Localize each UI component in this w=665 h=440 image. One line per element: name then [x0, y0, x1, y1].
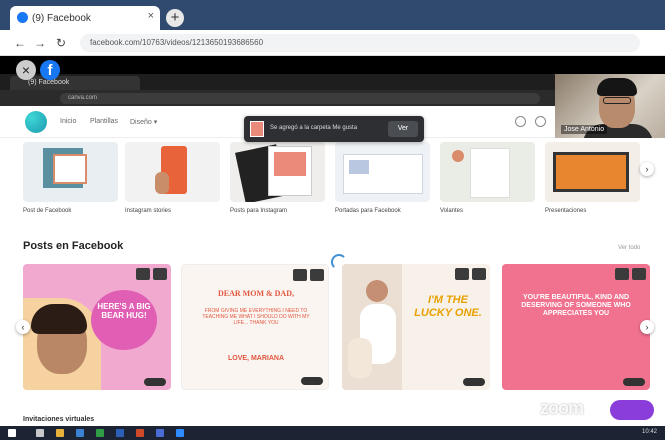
- word-icon[interactable]: [116, 429, 124, 437]
- webcam-video-tile: Jose Antonio: [555, 74, 665, 138]
- inner-tab-bar: (9) Facebook: [0, 74, 555, 90]
- post-headline: DEAR MOM & DAD,: [218, 289, 294, 298]
- toast-message: Se agregó a la carpeta Me gusta: [270, 125, 358, 131]
- excel-icon[interactable]: [96, 429, 104, 437]
- post-template-card[interactable]: HERE'S A BIG BEAR HUG!: [23, 264, 171, 390]
- post-headline: YOU'RE BEAUTIFUL, KIND AND DESERVING OF …: [521, 294, 631, 318]
- category-presentations[interactable]: Presentaciones: [545, 142, 640, 214]
- video-badge-icon: [623, 378, 645, 386]
- edge-icon[interactable]: [76, 429, 84, 437]
- inner-address-bar: canva.com: [0, 90, 555, 106]
- category-label: Instagram stories: [125, 208, 172, 214]
- outer-tab-title: (9) Facebook: [32, 12, 91, 24]
- toast-notification: Se agregó a la carpeta Me gusta Ver: [244, 116, 424, 142]
- toast-thumbnail: [250, 121, 264, 137]
- participant-name: Jose Antonio: [561, 125, 608, 134]
- nav-plantillas[interactable]: Plantillas: [90, 118, 118, 125]
- post-headline: I'M THE LUCKY ONE.: [414, 294, 482, 319]
- outer-url-input[interactable]: facebook.com/10763/videos/12136501936865…: [80, 34, 640, 52]
- zoom-control-pill[interactable]: [610, 400, 654, 420]
- file-explorer-icon[interactable]: [56, 429, 64, 437]
- post-template-card[interactable]: DEAR MOM & DAD, FROM GIVING ME EVERYTHIN…: [181, 264, 329, 390]
- chevron-right-icon[interactable]: ›: [640, 162, 654, 176]
- post-headline: HERE'S A BIG BEAR HUG!: [97, 302, 151, 321]
- windows-start-icon[interactable]: [8, 429, 16, 437]
- toast-view-button[interactable]: Ver: [388, 121, 418, 137]
- post-signoff: LOVE, MARIANA: [228, 355, 284, 362]
- category-label: Posts para Instagram: [230, 208, 288, 214]
- search-icon[interactable]: [36, 429, 44, 437]
- category-label: Post de Facebook: [23, 208, 72, 214]
- outer-tab-bar: (9) Facebook × +: [0, 0, 665, 30]
- new-tab-button[interactable]: +: [166, 9, 184, 27]
- chrome-icon[interactable]: [156, 429, 164, 437]
- chevron-right-icon[interactable]: ›: [640, 320, 654, 334]
- settings-icon[interactable]: [535, 116, 546, 127]
- post-template-card[interactable]: I'M THE LUCKY ONE.: [342, 264, 490, 390]
- next-section-heading: Invitaciones virtuales: [23, 416, 95, 423]
- copy-icon[interactable]: [455, 268, 469, 280]
- glasses-icon: [603, 97, 631, 104]
- copy-icon[interactable]: [615, 268, 629, 280]
- category-facebook-covers[interactable]: Portadas para Facebook: [335, 142, 430, 214]
- powerpoint-icon[interactable]: [136, 429, 144, 437]
- zoom-watermark: zoom: [540, 398, 584, 418]
- category-label: Presentaciones: [545, 208, 587, 214]
- see-all-link[interactable]: Ver todo: [618, 245, 640, 251]
- category-facebook-post[interactable]: Post de Facebook: [23, 142, 118, 214]
- section-title: Posts en Facebook: [23, 240, 124, 252]
- video-badge-icon: [144, 378, 166, 386]
- zoom-app-icon[interactable]: [176, 429, 184, 437]
- facebook-favicon-icon: [17, 12, 28, 23]
- copy-icon[interactable]: [136, 268, 150, 280]
- copy-icon[interactable]: [293, 269, 307, 281]
- back-icon[interactable]: ←: [14, 36, 26, 50]
- nav-diseno[interactable]: Diseño ▾: [130, 118, 157, 126]
- windows-taskbar: 10:42: [0, 426, 665, 440]
- more-icon[interactable]: [472, 268, 486, 280]
- post-body: FROM GIVING ME EVERYTHING I NEED TO TEAC…: [202, 308, 310, 326]
- meeting-bar: [0, 56, 665, 74]
- inner-url-input[interactable]: canva.com: [60, 93, 540, 104]
- system-clock: 10:42: [641, 429, 657, 435]
- post-template-card[interactable]: YOU'RE BEAUTIFUL, KIND AND DESERVING OF …: [502, 264, 650, 390]
- outer-tab-facebook[interactable]: (9) Facebook ×: [10, 6, 160, 30]
- forward-icon[interactable]: →: [34, 36, 46, 50]
- category-flyers[interactable]: Volantes: [440, 142, 535, 214]
- chevron-left-icon[interactable]: ‹: [16, 320, 30, 334]
- nav-inicio[interactable]: Inicio: [60, 118, 76, 125]
- video-badge-icon: [301, 377, 323, 385]
- facebook-logo-icon: f: [40, 60, 60, 80]
- category-label: Portadas para Facebook: [335, 208, 401, 214]
- more-icon[interactable]: [153, 268, 167, 280]
- canva-logo[interactable]: [25, 111, 47, 133]
- close-icon[interactable]: ×: [16, 60, 36, 80]
- category-label: Volantes: [440, 208, 464, 214]
- outer-address-bar: ← → ↻ facebook.com/10763/videos/12136501…: [0, 30, 665, 56]
- category-instagram-stories[interactable]: Instagram stories: [125, 142, 220, 214]
- help-icon[interactable]: [515, 116, 526, 127]
- close-tab-icon[interactable]: ×: [148, 10, 154, 22]
- video-badge-icon: [463, 378, 485, 386]
- category-carousel: Post de Facebook Instagram stories Posts…: [0, 140, 665, 220]
- reload-icon[interactable]: ↻: [56, 36, 66, 50]
- person-hair: [597, 78, 637, 96]
- more-icon[interactable]: [310, 269, 324, 281]
- category-instagram-posts[interactable]: Posts para Instagram: [230, 142, 325, 214]
- more-icon[interactable]: [632, 268, 646, 280]
